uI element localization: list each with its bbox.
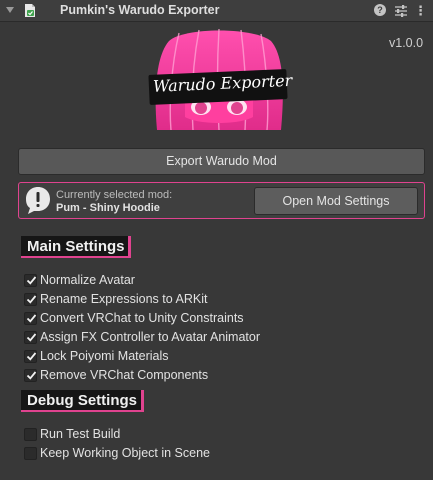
option-label: Convert VRChat to Unity Constraints bbox=[40, 311, 244, 325]
export-button[interactable]: Export Warudo Mod bbox=[18, 148, 425, 175]
version-label: v1.0.0 bbox=[389, 36, 424, 50]
checkbox[interactable] bbox=[24, 331, 37, 344]
option-convert-constraints[interactable]: Convert VRChat to Unity Constraints bbox=[24, 311, 404, 326]
checkbox[interactable] bbox=[24, 369, 37, 382]
checkbox[interactable] bbox=[24, 312, 37, 325]
option-label: Keep Working Object in Scene bbox=[40, 446, 211, 460]
checkbox[interactable] bbox=[24, 447, 37, 460]
main-settings-heading: Main Settings bbox=[21, 236, 131, 258]
selected-mod-label: Currently selected mod: bbox=[56, 189, 173, 201]
selected-mod-value: Pum - Shiny Hoodie bbox=[56, 202, 160, 214]
warning-icon bbox=[26, 187, 50, 214]
option-remove-vrchat-components[interactable]: Remove VRChat Components bbox=[24, 368, 404, 383]
option-label: Remove VRChat Components bbox=[40, 368, 209, 382]
component-title: Pumkin's Warudo Exporter bbox=[60, 3, 220, 17]
option-label: Lock Poiyomi Materials bbox=[40, 349, 169, 363]
checkbox[interactable] bbox=[24, 428, 37, 441]
option-normalize-avatar[interactable]: Normalize Avatar bbox=[24, 273, 404, 288]
inspector-header: Pumkin's Warudo Exporter ? ⋮ bbox=[0, 0, 433, 22]
sliders-icon[interactable] bbox=[394, 4, 408, 18]
option-label: Run Test Build bbox=[40, 427, 121, 441]
option-rename-expressions[interactable]: Rename Expressions to ARKit bbox=[24, 292, 404, 307]
option-label: Normalize Avatar bbox=[40, 273, 135, 287]
option-assign-fx-controller[interactable]: Assign FX Controller to Avatar Animator bbox=[24, 330, 404, 345]
option-keep-working-object[interactable]: Keep Working Object in Scene bbox=[24, 446, 404, 461]
debug-settings-heading: Debug Settings bbox=[21, 390, 144, 412]
option-lock-poiyomi[interactable]: Lock Poiyomi Materials bbox=[24, 349, 404, 364]
option-run-test-build[interactable]: Run Test Build bbox=[24, 427, 404, 442]
checkbox[interactable] bbox=[24, 350, 37, 363]
open-mod-settings-button[interactable]: Open Mod Settings bbox=[254, 187, 418, 215]
option-label: Assign FX Controller to Avatar Animator bbox=[40, 330, 261, 344]
option-label: Rename Expressions to ARKit bbox=[40, 292, 208, 306]
help-icon[interactable]: ? bbox=[374, 4, 386, 16]
checkbox[interactable] bbox=[24, 293, 37, 306]
kebab-menu-icon[interactable]: ⋮ bbox=[414, 3, 427, 19]
script-component-icon bbox=[25, 4, 35, 17]
triangle-down-icon[interactable] bbox=[6, 7, 14, 13]
checkbox[interactable] bbox=[24, 274, 37, 287]
